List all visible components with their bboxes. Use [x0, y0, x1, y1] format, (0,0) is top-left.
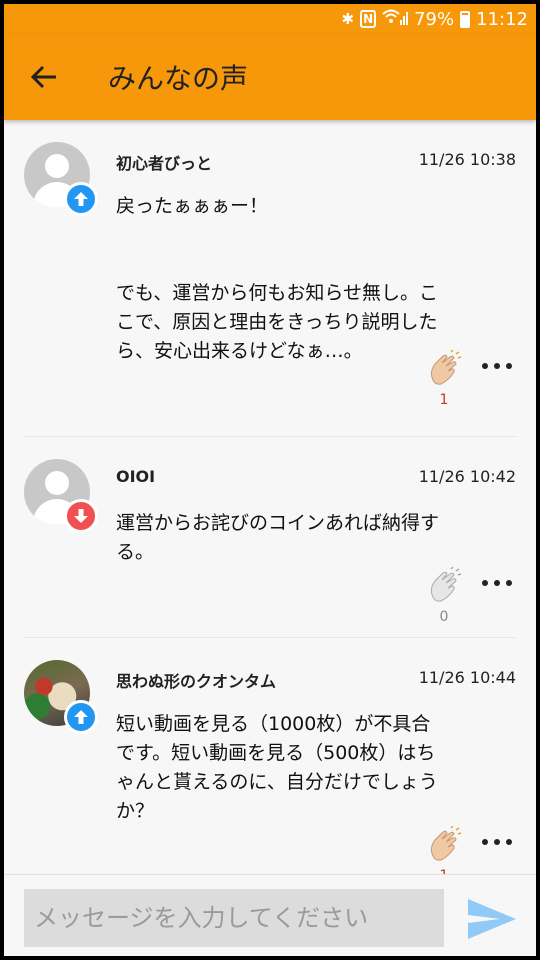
- avatar[interactable]: [24, 142, 100, 218]
- comment-timestamp: 11/26 10:42: [418, 467, 516, 486]
- more-horizontal-icon: [482, 580, 488, 586]
- comment-text: 運営からお詫びのコインあれば納得する。: [116, 512, 440, 563]
- arrow-up-icon: [74, 192, 88, 206]
- clapping-hands-icon: [430, 825, 462, 861]
- more-button[interactable]: [482, 832, 512, 852]
- nfc-icon: N: [360, 10, 377, 28]
- clap-button[interactable]: 0: [424, 566, 464, 625]
- app-screen: ✱ N 79% 11:12 みんなの声 初心者びっと 11/26 10:38 戻…: [4, 4, 536, 956]
- message-input[interactable]: [24, 889, 444, 947]
- comment-timestamp: 11/26 10:44: [418, 668, 516, 687]
- status-bar: ✱ N 79% 11:12: [4, 4, 536, 34]
- send-icon: [468, 899, 516, 939]
- more-horizontal-icon: [482, 839, 488, 845]
- more-button[interactable]: [482, 573, 512, 593]
- more-button[interactable]: [482, 356, 512, 376]
- bluetooth-icon: ✱: [341, 10, 355, 28]
- comment-item: OIOI 11/26 10:42 運営からお詫びのコインあれば納得する。 0: [4, 437, 536, 638]
- app-bar: みんなの声: [4, 34, 536, 120]
- comment-item: 初心者びっと 11/26 10:38 戻ったぁぁぁー！ でも、運営から何もお知ら…: [4, 120, 536, 437]
- battery-icon: [460, 10, 471, 28]
- clapping-hands-icon: [430, 349, 462, 385]
- clap-count: 1: [439, 392, 449, 408]
- arrow-down-icon: [74, 509, 88, 523]
- vote-up-badge: [64, 182, 98, 216]
- comment-username: 初心者びっと: [116, 154, 213, 173]
- arrow-left-icon: [30, 65, 56, 89]
- wifi-signal-icon: [382, 8, 409, 31]
- comment-username: 思わぬ形のクオンタム: [116, 672, 277, 691]
- clock: 11:12: [476, 8, 528, 30]
- clap-button[interactable]: 1: [424, 349, 464, 408]
- send-button[interactable]: [466, 897, 518, 941]
- vote-down-badge: [64, 499, 98, 533]
- battery-percent: 79%: [414, 8, 455, 30]
- comment-list[interactable]: 初心者びっと 11/26 10:38 戻ったぁぁぁー！ でも、運営から何もお知ら…: [4, 120, 536, 874]
- clap-count: 0: [439, 609, 449, 625]
- vote-up-badge: [64, 700, 98, 734]
- composer-bar: [4, 874, 536, 956]
- comment-username: OIOI: [116, 467, 156, 486]
- comment-timestamp: 11/26 10:38: [418, 150, 516, 169]
- clap-button[interactable]: 1: [424, 825, 464, 874]
- clapping-hands-icon: [430, 566, 462, 602]
- avatar[interactable]: [24, 660, 100, 736]
- comment-item: 思わぬ形のクオンタム 11/26 10:44 短い動画を見る（1000枚）が不具…: [4, 638, 536, 874]
- page-title: みんなの声: [108, 62, 249, 95]
- back-button[interactable]: [24, 57, 64, 97]
- more-horizontal-icon: [482, 363, 488, 369]
- comment-text: 短い動画を見る（1000枚）が不具合です。短い動画を見る（500枚）はちゃんと貰…: [116, 713, 438, 822]
- avatar[interactable]: [24, 459, 100, 535]
- arrow-up-icon: [74, 710, 88, 724]
